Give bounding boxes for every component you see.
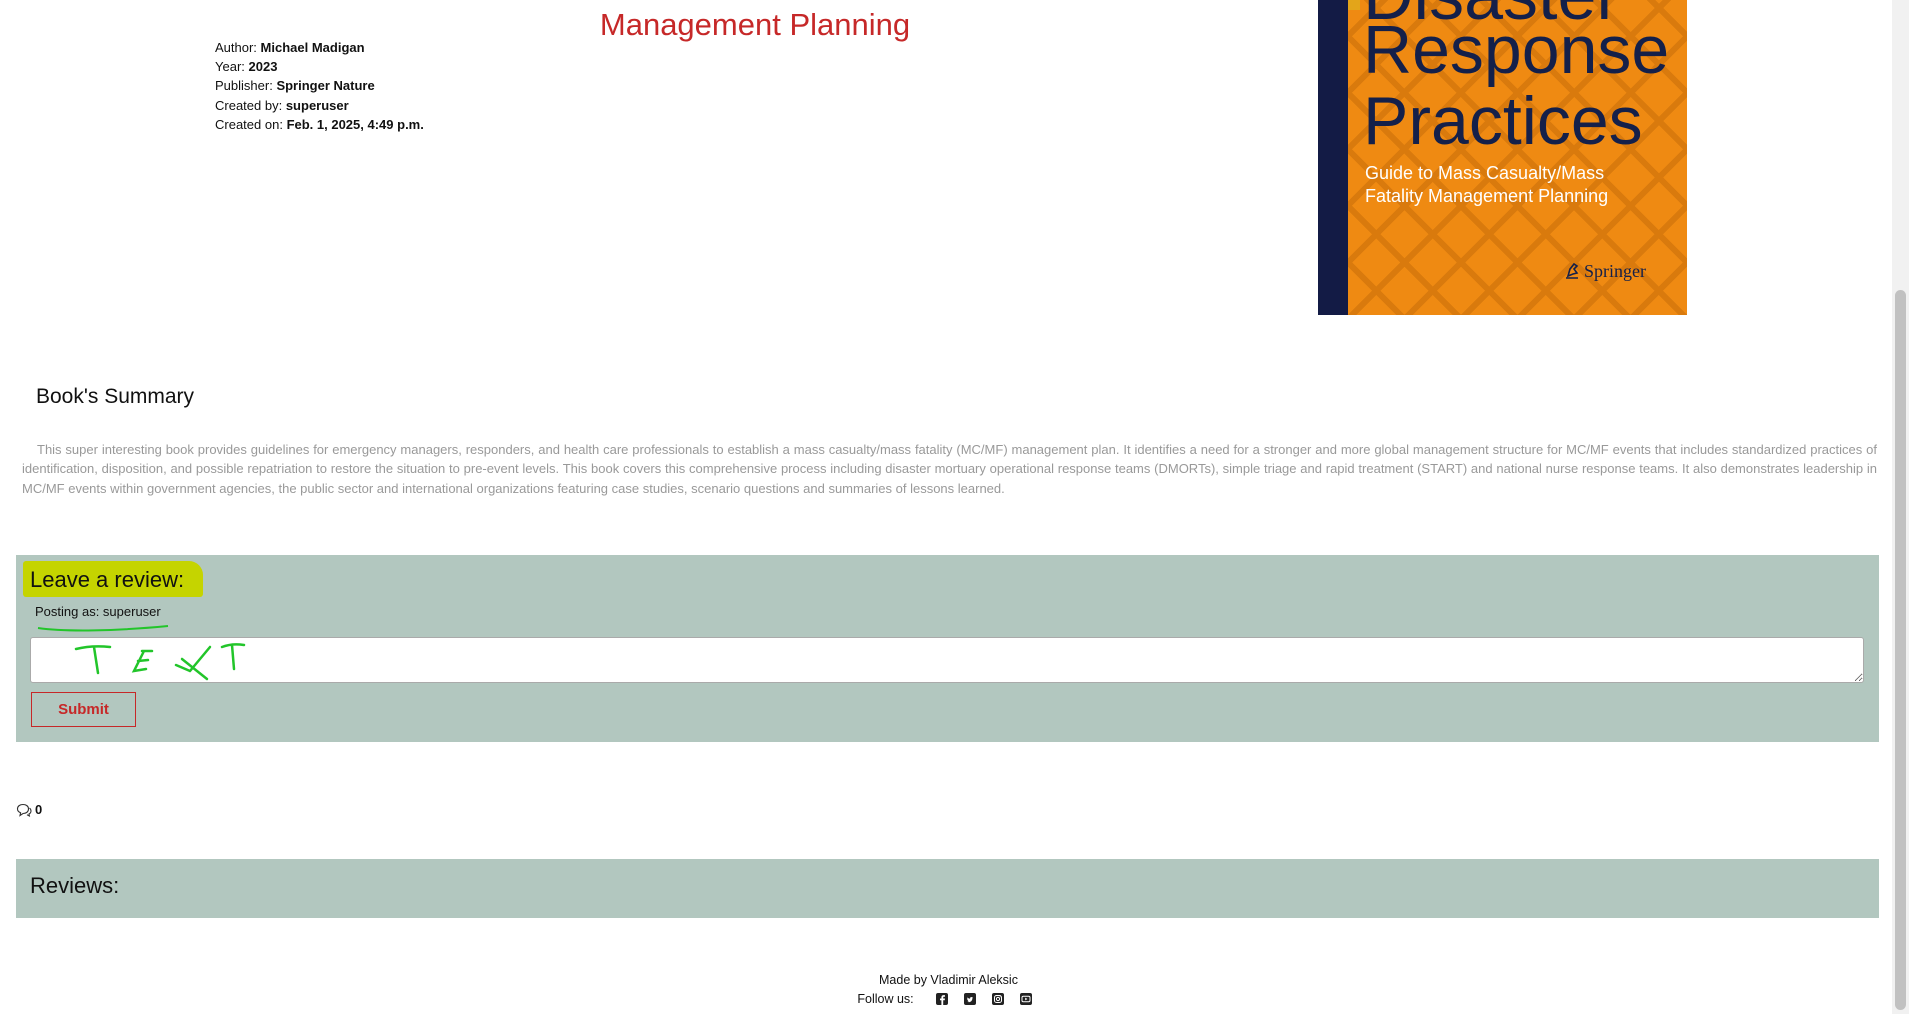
review-form: Leave a review: Posting as: superuser Su… (16, 555, 1879, 742)
reviews-heading: Reviews: (30, 873, 120, 898)
meta-label: Year: (215, 59, 245, 75)
meta-created-on: Created on: Feb. 1, 2025, 4:49 p.m. (215, 115, 424, 134)
posting-as-label: Posting as: superuser (35, 604, 161, 619)
book-title: Management Planning (599, 6, 911, 42)
cover-publisher-name: Springer (1584, 261, 1646, 281)
meta-label: Publisher: (215, 78, 273, 94)
cover-title-line: Response (1363, 12, 1670, 88)
meta-value: Michael Madigan (260, 40, 365, 55)
review-textarea[interactable] (30, 637, 1864, 683)
cover-spine (1318, 0, 1348, 315)
comments-count-value: 0 (35, 802, 43, 817)
meta-value: Feb. 1, 2025, 4:49 p.m. (286, 116, 424, 132)
summary-text: This super interesting book provides gui… (22, 442, 1877, 496)
footer-social: Follow us: (0, 992, 1897, 1006)
page-scrollbar[interactable] (1892, 0, 1909, 1014)
follow-label: Follow us: (857, 992, 914, 1006)
cover-publisher: Springer (1563, 260, 1646, 282)
meta-label: Author: (215, 40, 257, 55)
cover-spine-accent (1348, 0, 1360, 10)
reviews-section: Reviews: (16, 859, 1879, 918)
book-meta: Author: Michael Madigan Year: 2023 Publi… (215, 38, 424, 134)
meta-value: superuser (285, 97, 349, 113)
summary-heading: Book's Summary (36, 385, 195, 408)
springer-horse-icon (1566, 262, 1579, 279)
book-cover-image: Disaster Response Practices Guide to Mas… (1318, 0, 1687, 315)
meta-label: Created by: (215, 97, 283, 113)
twitter-icon[interactable] (963, 992, 977, 1006)
scrollbar-thumb[interactable] (1895, 290, 1906, 1010)
submit-review-button[interactable]: Submit (31, 692, 136, 727)
review-form-heading: Leave a review: (30, 567, 185, 592)
footer-credit: Made by Vladimir Aleksic (879, 973, 1018, 987)
facebook-icon[interactable] (935, 992, 949, 1006)
meta-year: Year: 2023 (215, 57, 424, 76)
cover-subtitle: Guide to Mass Casualty/Mass Fatality Man… (1365, 163, 1609, 206)
comments-icon (16, 803, 32, 817)
instagram-icon[interactable] (991, 992, 1005, 1006)
comments-count: 0 (16, 802, 42, 817)
cover-title-line: Practices (1363, 83, 1643, 159)
meta-value: Springer Nature (276, 78, 375, 94)
annotation-underline (37, 625, 169, 632)
meta-value: 2023 (248, 59, 278, 75)
meta-created-by: Created by: superuser (215, 96, 424, 115)
meta-publisher: Publisher: Springer Nature (215, 76, 424, 95)
youtube-icon[interactable] (1019, 992, 1033, 1006)
meta-author: Author: Michael Madigan (215, 38, 424, 57)
meta-label: Created on: (215, 116, 283, 132)
